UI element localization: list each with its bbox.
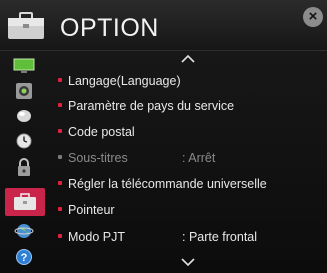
option-list: Langage(Language) Paramètre de pays du s… [52, 52, 322, 273]
menu-item-label: Sous-titres [68, 151, 128, 165]
support-question-icon: ? [16, 249, 32, 265]
option-menu-window: OPTION × ? Langage(Language) Paramètre d… [0, 0, 327, 273]
bullet-icon [58, 180, 62, 185]
bullet-icon [58, 206, 62, 211]
sidebar-item-lock[interactable] [3, 155, 45, 179]
bullet-icon [58, 154, 62, 159]
menu-item-label: Régler la télécommande universelle [68, 177, 267, 191]
time-icon [16, 133, 32, 149]
option-briefcase-icon [14, 193, 36, 210]
menu-header: OPTION × [0, 0, 327, 51]
bullet-icon [58, 77, 62, 82]
menu-item-value: : Parte frontal [182, 230, 258, 244]
menu-item-label: Code postal [68, 125, 135, 139]
menu-item-language[interactable]: Langage(Language) [58, 71, 320, 91]
channel-icon [17, 110, 31, 122]
bullet-icon [58, 233, 62, 238]
sidebar-item-sound[interactable] [3, 79, 45, 103]
bullet-icon [58, 102, 62, 107]
bullet-icon [58, 128, 62, 133]
menu-item-label: Pointeur [68, 203, 115, 217]
scroll-down-arrow-icon[interactable] [180, 257, 196, 267]
sidebar-item-time[interactable] [3, 129, 45, 153]
scroll-up-arrow-icon[interactable] [180, 54, 196, 64]
sidebar-item-network[interactable] [3, 219, 45, 243]
sidebar-item-support[interactable]: ? [3, 245, 45, 269]
page-title: OPTION [60, 14, 159, 42]
menu-item-postal-code[interactable]: Code postal [58, 122, 320, 142]
menu-item-pointer[interactable]: Pointeur [58, 200, 320, 220]
menu-item-value: : Arrêt [182, 151, 216, 165]
briefcase-icon [8, 12, 44, 39]
sidebar-item-option[interactable] [5, 188, 45, 216]
menu-item-service-country[interactable]: Paramètre de pays du service [58, 96, 320, 116]
menu-item-subtitles: Sous-titres : Arrêt [58, 148, 320, 168]
close-button[interactable]: × [303, 7, 323, 27]
menu-item-label: Modo PJT [68, 230, 125, 244]
sidebar-item-picture[interactable] [3, 54, 45, 78]
menu-item-label: Langage(Language) [68, 74, 181, 88]
picture-icon [13, 58, 35, 73]
network-globe-icon [14, 224, 34, 238]
svg-text:?: ? [21, 252, 28, 264]
sidebar-item-channel[interactable] [3, 104, 45, 128]
lock-icon [18, 158, 30, 176]
category-sidebar: ? [3, 52, 45, 273]
sound-icon [16, 83, 32, 99]
menu-item-universal-remote[interactable]: Régler la télécommande universelle [58, 174, 320, 194]
menu-item-label: Paramètre de pays du service [68, 99, 235, 113]
menu-item-pjt-mode[interactable]: Modo PJT : Parte frontal [58, 227, 320, 247]
